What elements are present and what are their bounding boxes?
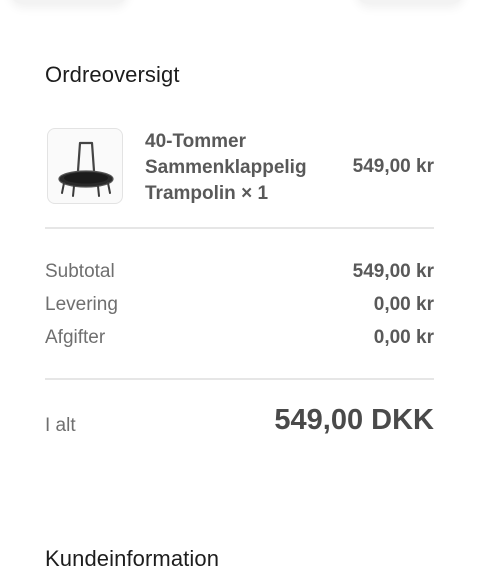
subtotal-value: 549,00 kr	[352, 261, 434, 282]
total-value: 549,00 DKK	[274, 404, 434, 436]
delivery-label: Levering	[45, 294, 118, 315]
customer-info-title: Kundeinformation	[45, 546, 220, 571]
trampoline-image-icon	[58, 141, 114, 197]
product-name-line: Trampolin × 1	[145, 183, 269, 204]
top-bar-button-right[interactable]	[356, 0, 464, 4]
product-price: 549,00 kr	[352, 156, 434, 177]
product-line-item: 40-Tommer Sammenklappelig Trampolin × 1 …	[45, 126, 434, 208]
delivery-value: 0,00 kr	[373, 294, 434, 315]
taxes-row: Afgifter 0,00 kr	[45, 327, 434, 353]
top-bar-button-left[interactable]	[10, 0, 128, 4]
taxes-value: 0,00 kr	[373, 327, 434, 348]
divider	[45, 227, 434, 229]
subtotal-label: Subtotal	[45, 261, 115, 282]
taxes-label: Afgifter	[45, 327, 106, 348]
product-name-line: 40-Tommer	[145, 131, 247, 152]
total-row: I alt 549,00 DKK	[45, 404, 434, 448]
order-summary-title: Ordreoversigt	[45, 62, 180, 87]
delivery-row: Levering 0,00 kr	[45, 294, 434, 320]
total-label: I alt	[45, 415, 76, 436]
product-name: 40-Tommer Sammenklappelig Trampolin × 1	[145, 129, 325, 207]
subtotal-row: Subtotal 549,00 kr	[45, 261, 434, 287]
divider	[45, 378, 434, 380]
product-thumbnail	[47, 128, 123, 204]
product-name-line: Sammenklappelig	[145, 157, 307, 178]
